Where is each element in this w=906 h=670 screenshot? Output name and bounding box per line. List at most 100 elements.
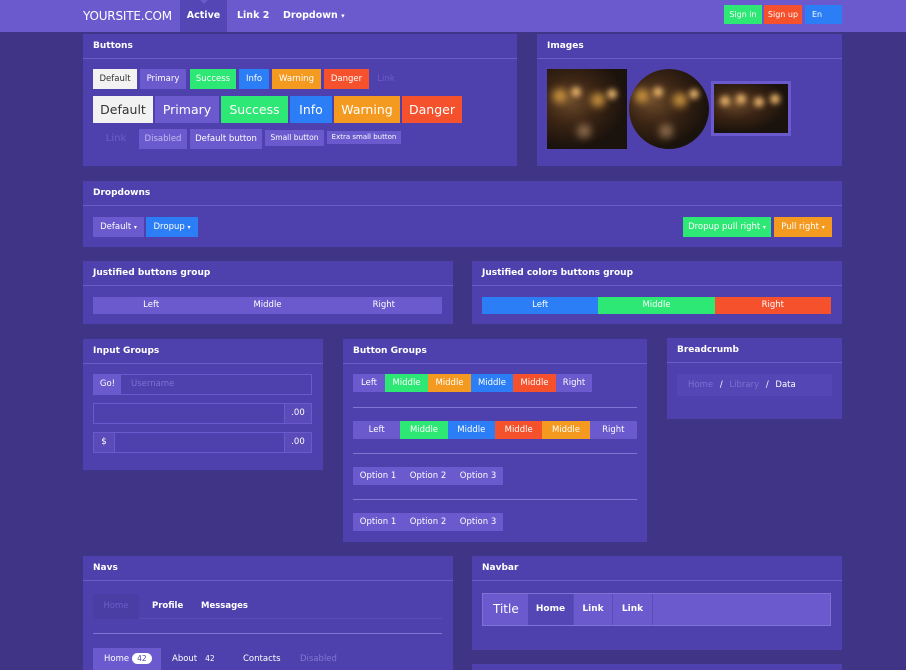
success-button[interactable]: Success [190,69,236,89]
default-button-large[interactable]: Default [93,96,153,123]
info-button-large[interactable]: Info [290,96,332,123]
button-group-row2: Left Middle Middle Middle Middle Right [353,421,637,439]
danger-button-large[interactable]: Danger [402,96,462,123]
info-button[interactable]: Info [239,69,269,89]
divider [353,407,637,408]
dollar-addon: $ [94,433,115,452]
dropdown-default-button[interactable]: Default ▾ [93,217,144,237]
success-button-large[interactable]: Success [221,96,288,123]
brand-logo[interactable]: YOURSITE.COM [83,9,172,23]
justified-color-right-button[interactable]: Right [714,297,831,314]
divider [353,453,637,454]
disabled-button: Disabled [139,129,187,149]
option-2-button[interactable]: Option 2 [403,467,453,485]
nav-link-2[interactable]: Link 2 [237,0,269,32]
option-group-1: Option 1 Option 2 Option 3 [353,467,503,485]
panel-title: Input Groups [83,339,323,364]
navs-panel: Navs Home Profile Messages Home 42 About 4… [83,556,453,670]
nav-link-active[interactable]: Active [180,0,227,32]
dropdown-default-label: Default [100,222,132,232]
option-1-button[interactable]: Option 1 [353,513,403,531]
default-button[interactable]: Default [93,69,137,89]
warning-button-large[interactable]: Warning [334,96,400,123]
option-1-button[interactable]: Option 1 [353,467,403,485]
breadcrumb-library[interactable]: Library [729,380,759,390]
demo-navbar: Title Home Link Link [482,593,831,626]
image-square [547,69,627,149]
justified-color-left-button[interactable]: Left [482,297,599,314]
option-3-button[interactable]: Option 3 [453,513,503,531]
group-right-button[interactable]: Right [556,374,592,392]
breadcrumb-separator: / [719,380,723,390]
sign-up-button[interactable]: Sign up [764,5,802,24]
panel-title: Navbar [472,556,842,581]
group-middle-button[interactable]: Middle [447,421,495,439]
go-button[interactable]: Go! [94,375,121,394]
language-button[interactable]: En [805,5,842,24]
tab-home[interactable]: Home [93,594,139,619]
group-middle-button[interactable]: Middle [385,374,428,392]
justified-colors-panel: Justified colors buttons group Left Midd… [472,261,842,324]
primary-button-large[interactable]: Primary [155,96,219,123]
justified-middle-button[interactable]: Middle [209,297,326,314]
justified-color-middle-button[interactable]: Middle [598,297,715,314]
pill-contacts[interactable]: Contacts [243,648,281,670]
button-group-row1: Left Middle Middle Middle Middle Right [353,374,592,392]
breadcrumb-data: Data [775,380,796,390]
group-left-button[interactable]: Left [353,421,401,439]
navbar-panel: Navbar Title Home Link Link [472,556,842,650]
link-button[interactable]: Link [375,69,397,89]
group-left-button[interactable]: Left [353,374,385,392]
username-input[interactable]: Username [131,375,174,394]
breadcrumb-home[interactable]: Home [688,380,713,390]
demo-nav-link[interactable]: Link [573,594,613,625]
danger-button[interactable]: Danger [324,69,369,89]
currency-input[interactable] [115,433,285,452]
group-middle-button[interactable]: Middle [428,374,471,392]
link-button-plain[interactable]: Link [101,129,131,149]
pull-right-button[interactable]: Pull right ▾ [774,217,832,237]
count-badge: 42 [205,654,215,663]
group-middle-button[interactable]: Middle [400,421,448,439]
breadcrumb: Home / Library / Data [677,374,832,396]
chevron-down-icon: ▾ [133,224,137,231]
group-middle-button[interactable]: Middle [494,421,543,439]
tab-messages[interactable]: Messages [201,594,248,619]
decimal-addon: .00 [284,404,311,423]
default-button-normal[interactable]: Default button [190,129,262,149]
chevron-down-icon: ▾ [187,224,191,231]
amount-input[interactable] [94,404,284,423]
tab-profile[interactable]: Profile [152,594,183,619]
group-middle-button[interactable]: Middle [542,421,590,439]
group-middle-button[interactable]: Middle [513,374,556,392]
group-right-button[interactable]: Right [589,421,637,439]
divider [353,499,637,500]
pill-home[interactable]: Home 42 [93,648,161,670]
justified-colors-group: Left Middle Right [482,297,831,314]
extra-small-button[interactable]: Extra small button [327,131,401,144]
buttons-panel: Buttons Default Primary Success Info War… [83,34,517,166]
primary-button[interactable]: Primary [140,69,186,89]
option-2-button[interactable]: Option 2 [403,513,453,531]
top-navbar: YOURSITE.COM Active Link 2 Dropdown ▾ Si… [0,0,906,32]
warning-button[interactable]: Warning [272,69,321,89]
pill-about-label: About [172,654,198,664]
chevron-down-icon: ▾ [341,12,345,20]
nav-dropdown[interactable]: Dropdown ▾ [283,0,345,32]
search-input-group: Go! Username [93,374,312,395]
sign-in-button[interactable]: Sign in [724,5,762,24]
pill-about[interactable]: About 42 [172,648,215,670]
demo-navbar-brand[interactable]: Title [493,594,519,625]
justified-left-button[interactable]: Left [93,297,210,314]
demo-nav-link[interactable]: Link [613,594,653,625]
dropup-pull-right-button[interactable]: Dropup pull right ▾ [683,217,771,237]
currency-input-group: $ .00 [93,432,312,453]
dropup-button[interactable]: Dropup ▾ [146,217,198,237]
demo-nav-home[interactable]: Home [528,594,573,625]
justified-right-button[interactable]: Right [325,297,442,314]
images-panel: Images [537,34,842,166]
pill-disabled: Disabled [300,654,337,664]
small-button[interactable]: Small button [265,130,324,146]
option-3-button[interactable]: Option 3 [453,467,503,485]
group-middle-button[interactable]: Middle [471,374,513,392]
